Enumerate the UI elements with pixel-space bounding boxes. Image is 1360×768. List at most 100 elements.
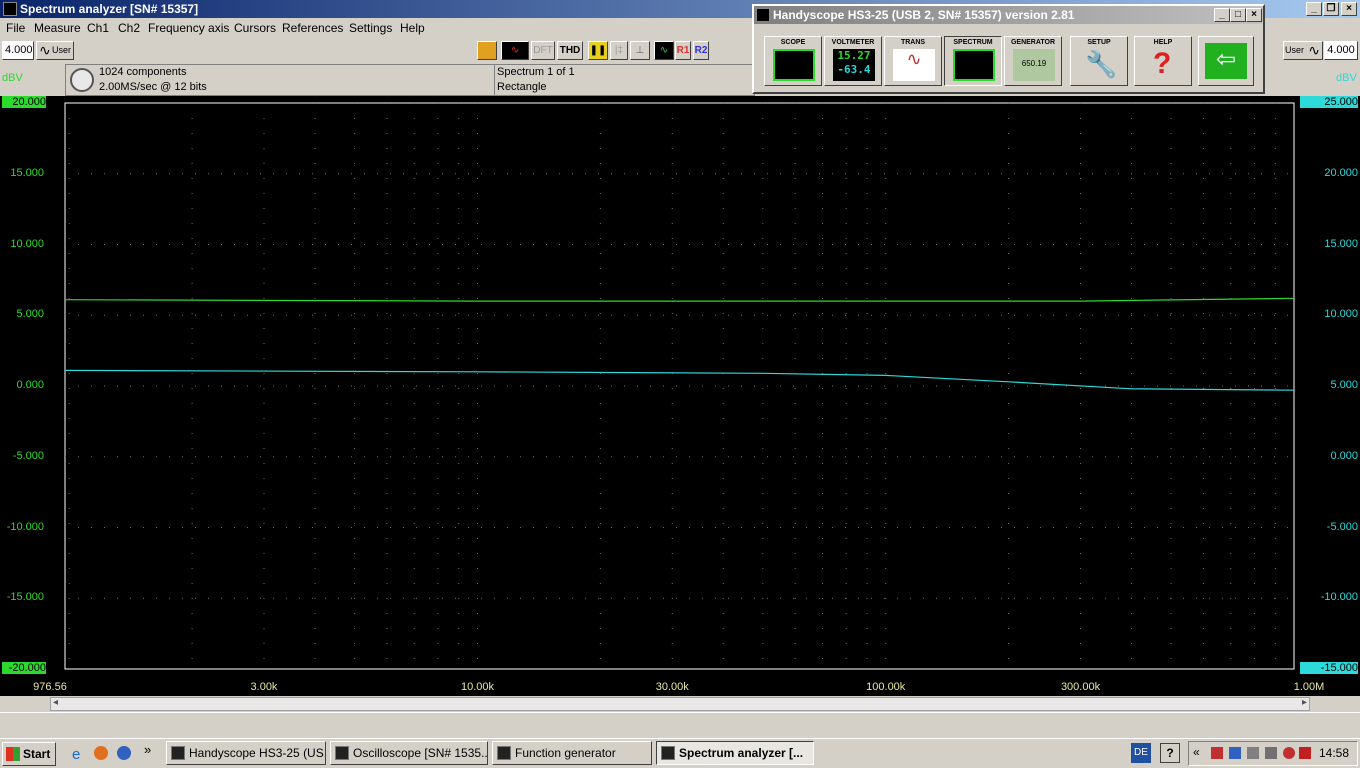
minimize-button[interactable]: _: [1306, 2, 1322, 16]
voltmeter-value-2: -63.4: [837, 63, 871, 76]
window-function[interactable]: Rectangle: [497, 81, 547, 93]
spectrum-plot[interactable]: [0, 96, 1360, 696]
trans-icon: ∿: [893, 49, 935, 81]
right-y-tick-label: -5.000: [1326, 520, 1358, 533]
x-tick-label: 300.00k: [1060, 681, 1101, 693]
x-tick-label: 10.00k: [460, 681, 494, 693]
dft-button[interactable]: DFT: [531, 41, 555, 60]
menu-ch1[interactable]: Ch1: [87, 21, 109, 35]
task-handyscope[interactable]: Handyscope HS3-25 (US...: [166, 741, 326, 765]
left-y-tick-label: 10.000: [10, 237, 44, 250]
menu-references[interactable]: References: [282, 21, 343, 35]
menu-file[interactable]: File: [6, 21, 25, 35]
marker-icon[interactable]: ⊥: [630, 41, 650, 60]
ie-icon[interactable]: e: [72, 746, 80, 763]
firefox-icon[interactable]: [94, 746, 108, 760]
menu-ch2[interactable]: Ch2: [118, 21, 140, 35]
left-y-tick-label: -5.000: [12, 449, 44, 462]
tray-expand-icon[interactable]: «: [1193, 745, 1200, 759]
tray-icon-4[interactable]: [1265, 747, 1277, 759]
right-y-tick-label: 5.000: [1330, 379, 1358, 391]
ref1-button[interactable]: R1: [675, 41, 691, 60]
record-icon[interactable]: [70, 68, 94, 92]
trigger-icon[interactable]: [477, 41, 497, 60]
cursor-icon[interactable]: |‡: [610, 41, 628, 60]
tray-icon-1[interactable]: [1211, 747, 1223, 759]
spectrum-task-icon: [661, 746, 675, 760]
ch2-mode-button[interactable]: User ∿: [1283, 41, 1323, 60]
tray-icon-2[interactable]: [1229, 747, 1241, 759]
plot-frame: [64, 102, 1295, 670]
handyscope-restore-button[interactable]: □: [1230, 8, 1246, 22]
scope-label: SCOPE: [780, 39, 806, 46]
generator-task-icon: [497, 746, 511, 760]
left-y-tick-label: 15.000: [10, 166, 44, 179]
right-y-tick-label: 10.000: [1324, 308, 1358, 321]
ch2-sensitivity-field[interactable]: 4.000: [1324, 41, 1358, 60]
restore-button[interactable]: ❐: [1323, 2, 1339, 16]
left-y-tick-label: -15.000: [6, 591, 44, 604]
quicklaunch-more-icon[interactable]: »: [144, 742, 151, 757]
task-spectrum-analyzer[interactable]: Spectrum analyzer [...: [656, 741, 814, 765]
ch2-mode-label: User: [1285, 45, 1305, 55]
start-label: Start: [23, 747, 51, 761]
menu-help[interactable]: Help: [400, 21, 425, 35]
sample-rate: 2.00MS/sec @ 12 bits: [99, 81, 207, 93]
scope-button[interactable]: SCOPE: [764, 36, 822, 86]
task-oscilloscope[interactable]: Oscilloscope [SN# 1535...: [330, 741, 488, 765]
task-function-generator-label: Function generator: [515, 746, 616, 760]
spectrum-button[interactable]: SPECTRUM: [944, 36, 1002, 86]
ref2-button[interactable]: R2: [693, 41, 709, 60]
spectrum-trace-ch2: [64, 369, 1295, 391]
ch1-sensitivity-field[interactable]: 4.000: [2, 41, 34, 60]
app-icon: [3, 2, 17, 16]
right-y-tick-label: 0.000: [1330, 449, 1358, 462]
setup-label: SETUP: [1087, 39, 1111, 46]
scope-icon[interactable]: ∿: [654, 41, 674, 60]
close-button[interactable]: ×: [1341, 2, 1357, 16]
frequency-scrollbar[interactable]: ◂ ▸: [50, 697, 1310, 711]
status-bar: [0, 712, 1360, 736]
voltmeter-button[interactable]: VOLTMETER 15.27 -63.4: [824, 36, 882, 86]
menu-cursors[interactable]: Cursors: [234, 21, 276, 35]
handyscope-close-button[interactable]: ×: [1246, 8, 1262, 22]
exit-button[interactable]: ⇦: [1198, 36, 1254, 86]
scroll-left-arrow[interactable]: ◂: [53, 697, 58, 708]
language-indicator[interactable]: DE: [1131, 743, 1151, 763]
menu-frequency-axis[interactable]: Frequency axis: [148, 21, 229, 35]
generator-display: 650.19: [1013, 49, 1055, 81]
menu-measure[interactable]: Measure: [34, 21, 81, 35]
task-function-generator[interactable]: Function generator: [492, 741, 652, 765]
task-handyscope-label: Handyscope HS3-25 (US...: [189, 746, 326, 760]
x-tick-label: 976.56: [33, 681, 67, 693]
windows-icon: [6, 747, 20, 761]
ch1-mode-button[interactable]: ∿ User: [36, 41, 74, 60]
start-button[interactable]: Start: [2, 742, 56, 766]
tray-icon-3[interactable]: [1247, 747, 1259, 759]
signal-icon[interactable]: ∿: [501, 41, 529, 60]
generator-button[interactable]: GENERATOR 650.19: [1004, 36, 1062, 86]
menu-settings[interactable]: Settings: [349, 21, 392, 35]
x-tick-label: 100.00k: [866, 681, 906, 693]
left-y-tick-label: -20.000: [2, 662, 46, 674]
right-unit-label: dBV: [1336, 72, 1357, 84]
generator-value: 650.19: [1021, 59, 1047, 68]
setup-button[interactable]: SETUP 🔧: [1070, 36, 1128, 86]
right-y-tick-label: -15.000: [1300, 662, 1358, 674]
shield-icon[interactable]: [1299, 747, 1311, 759]
handyscope-minimize-button[interactable]: _: [1214, 8, 1230, 22]
spectrum-icon: [953, 49, 995, 81]
help-tray-icon[interactable]: ?: [1160, 743, 1180, 763]
handyscope-panel: Handyscope HS3-25 (USB 2, SN# 15357) ver…: [752, 4, 1265, 94]
trans-button[interactable]: TRANS ∿: [884, 36, 942, 86]
handyscope-titlebar: Handyscope HS3-25 (USB 2, SN# 15357) ver…: [754, 6, 1263, 24]
thd-button[interactable]: THD: [557, 41, 583, 60]
pause-button[interactable]: ❚❚: [588, 41, 608, 60]
tray-icon-5[interactable]: [1283, 747, 1295, 759]
spectrum-trace-ch1: [64, 297, 1295, 302]
left-y-tick-label: 5.000: [16, 308, 44, 321]
help-label: HELP: [1153, 39, 1173, 46]
help-button[interactable]: HELP?: [1134, 36, 1192, 86]
scroll-right-arrow[interactable]: ▸: [1302, 697, 1307, 708]
browser-icon[interactable]: [117, 746, 131, 760]
